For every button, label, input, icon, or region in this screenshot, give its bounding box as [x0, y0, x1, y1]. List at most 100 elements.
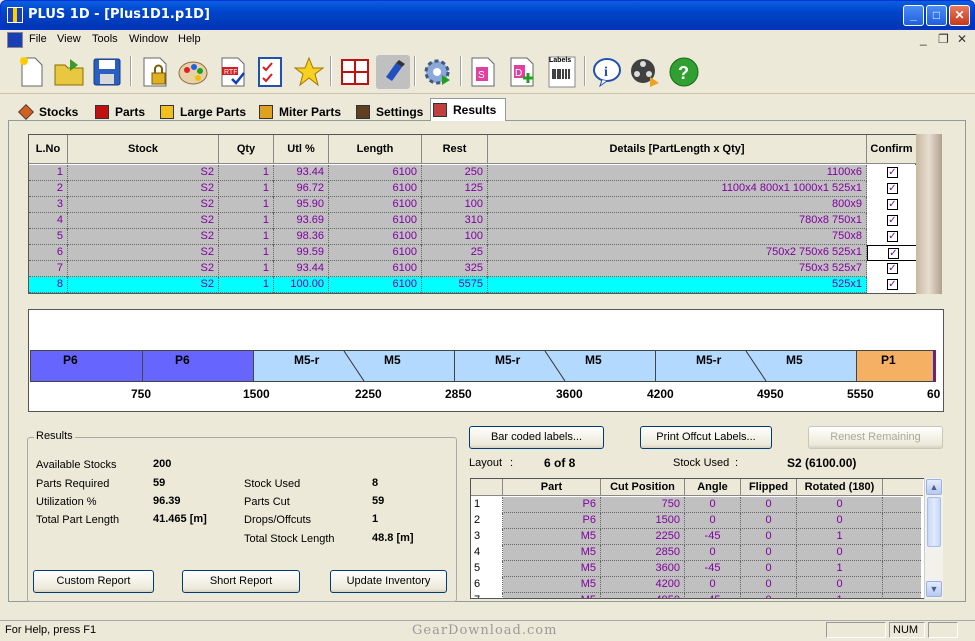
star-icon[interactable] [292, 55, 326, 89]
status-help-text: For Help, press F1 [5, 624, 97, 636]
menu-file[interactable]: File [29, 33, 47, 45]
mdi-close-button[interactable]: ✕ [957, 32, 967, 46]
tab-miter-parts[interactable]: Miter Parts [257, 101, 341, 123]
scroll-up-button[interactable]: ▲ [926, 479, 942, 495]
confirm-checkbox[interactable]: ✓ [887, 231, 898, 242]
cut-table-scrollbar[interactable]: ▲ ▼ [924, 478, 943, 599]
total-stock-length-label: Total Stock Length [244, 533, 335, 545]
tab-results[interactable]: Results [430, 98, 506, 123]
scroll-down-button[interactable]: ▼ [926, 581, 942, 597]
table-row[interactable]: 1 P6 750 0 0 0 [471, 497, 921, 513]
video-tutorial-icon[interactable] [628, 55, 662, 89]
confirm-checkbox[interactable]: ✓ [887, 167, 898, 178]
table-row[interactable]: 6 S2 1 99.59 6100 25 750x2 750x6 525x1 ✓ [29, 245, 917, 261]
update-inventory-button[interactable]: Update Inventory [330, 570, 447, 593]
segment-p6[interactable]: P6 [30, 350, 143, 382]
confirm-checkbox[interactable]: ✓ [887, 263, 898, 274]
rtf-export-icon[interactable]: RTF [216, 55, 250, 89]
column-header[interactable]: Utl % [274, 135, 329, 164]
column-header[interactable]: Confirm [867, 135, 917, 164]
menu-window[interactable]: Window [129, 33, 168, 45]
column-header[interactable]: Stock [68, 135, 219, 164]
info-icon[interactable]: i [590, 55, 624, 89]
settings-gear-icon[interactable] [420, 55, 454, 89]
stock-report-icon[interactable]: S [466, 55, 500, 89]
table-row[interactable]: 3 S2 1 95.90 6100 100 800x9 ✓ [29, 197, 917, 213]
confirm-checkbox[interactable]: ✓ [887, 199, 898, 210]
column-header[interactable]: Rotated (180) [797, 479, 883, 496]
segment-m5-pair[interactable]: M5-r M5 [253, 350, 455, 382]
checklist-icon[interactable] [254, 55, 288, 89]
menu-view[interactable]: View [57, 33, 81, 45]
cell: S2 [68, 197, 219, 213]
open-folder-icon[interactable] [52, 55, 86, 89]
doc-icon[interactable] [7, 32, 23, 48]
column-header[interactable]: Part [503, 479, 601, 496]
mdi-restore-button[interactable]: ❐ [938, 32, 949, 46]
menu-help[interactable]: Help [178, 33, 201, 45]
tab-settings[interactable]: Settings [354, 101, 423, 123]
add-drop-icon[interactable]: D [505, 55, 539, 89]
cell: 6100 [329, 277, 422, 293]
column-header[interactable]: Angle [685, 479, 741, 496]
confirm-checkbox[interactable]: ✓ [888, 248, 899, 259]
miter-parts-tab-icon [259, 105, 273, 119]
row-number: 5 [471, 561, 503, 577]
column-header[interactable]: Rest [422, 135, 488, 164]
table-row[interactable]: 4 M5 2850 0 0 0 [471, 545, 921, 561]
table-row[interactable]: 4 S2 1 93.69 6100 310 780x8 750x1 ✓ [29, 213, 917, 229]
column-header[interactable]: Length [329, 135, 422, 164]
menu-tools[interactable]: Tools [92, 33, 118, 45]
maximize-button[interactable]: □ [926, 5, 947, 26]
close-button[interactable]: ✕ [949, 5, 970, 26]
table-row[interactable]: 7 S2 1 93.44 6100 325 750x3 525x7 ✓ [29, 261, 917, 277]
table-row[interactable]: 5 S2 1 98.36 6100 100 750x8 ✓ [29, 229, 917, 245]
cut-positions-table[interactable]: Part Cut Position Angle Flipped Rotated … [470, 478, 943, 599]
table-row[interactable]: 7M54950-4501 [471, 593, 921, 598]
app-icon[interactable] [7, 7, 23, 23]
custom-report-button[interactable]: Custom Report [33, 570, 154, 593]
short-report-button[interactable]: Short Report [182, 570, 300, 593]
table-row[interactable]: 2 S2 1 96.72 6100 125 1100x4 800x1 1000x1 525x… [29, 181, 917, 197]
save-icon[interactable] [90, 55, 124, 89]
confirm-checkbox[interactable]: ✓ [887, 183, 898, 194]
tab-large-parts[interactable]: Large Parts [158, 101, 246, 123]
table-row[interactable]: 3 M5 2250 -45 0 1 [471, 529, 921, 545]
table-row[interactable]: 5 M5 3600 -45 0 1 [471, 561, 921, 577]
minimize-button[interactable]: _ [903, 5, 924, 26]
table-row[interactable]: 8 S2 1 100.00 6100 5575 525x1 ✓ [29, 277, 917, 293]
segment-m5-pair[interactable]: M5-r M5 [454, 350, 656, 382]
scroll-thumb[interactable] [927, 497, 941, 547]
segment-m5-pair[interactable]: M5-r M5 [655, 350, 857, 382]
segment-p6[interactable]: P6 [142, 350, 254, 382]
renest-remaining-button[interactable]: Renest Remaining [808, 426, 943, 449]
tick-label: 750 [131, 387, 152, 401]
table-row[interactable]: 1 S2 1 93.44 6100 250 1100x6 ✓ [29, 165, 917, 181]
bar-coded-labels-button[interactable]: Bar coded labels... [469, 426, 604, 449]
confirm-checkbox[interactable]: ✓ [887, 215, 898, 226]
column-header[interactable]: Details [PartLength x Qty] [488, 135, 867, 164]
table-row[interactable]: 2 P6 1500 0 0 0 [471, 513, 921, 529]
confirm-checkbox[interactable]: ✓ [887, 279, 898, 290]
tab-parts[interactable]: Parts [93, 101, 145, 123]
cell: 4 [29, 213, 68, 229]
cell: 3 [29, 197, 68, 213]
marker-icon[interactable] [376, 55, 410, 89]
new-file-icon[interactable] [14, 55, 48, 89]
cell: 0 [741, 497, 797, 513]
layout-grid-icon[interactable] [338, 55, 372, 89]
segment-p1[interactable]: P1 [856, 350, 934, 382]
column-header[interactable]: Cut Position [601, 479, 685, 496]
tab-stocks[interactable]: Stocks [17, 101, 78, 123]
lock-document-icon[interactable] [138, 55, 172, 89]
stock-results-table[interactable]: L.No Stock Qty Utl % Length Rest Details… [28, 134, 917, 294]
help-icon[interactable]: ? [667, 55, 701, 89]
print-offcut-labels-button[interactable]: Print Offcut Labels... [640, 426, 772, 449]
column-header[interactable]: L.No [29, 135, 68, 164]
column-header[interactable]: Qty [219, 135, 274, 164]
table-row[interactable]: 6 M5 4200 0 0 0 [471, 577, 921, 593]
palette-icon[interactable] [176, 55, 210, 89]
mdi-minimize-button[interactable]: _ [920, 32, 927, 46]
column-header[interactable]: Flipped [741, 479, 797, 496]
column-header[interactable] [471, 479, 503, 496]
